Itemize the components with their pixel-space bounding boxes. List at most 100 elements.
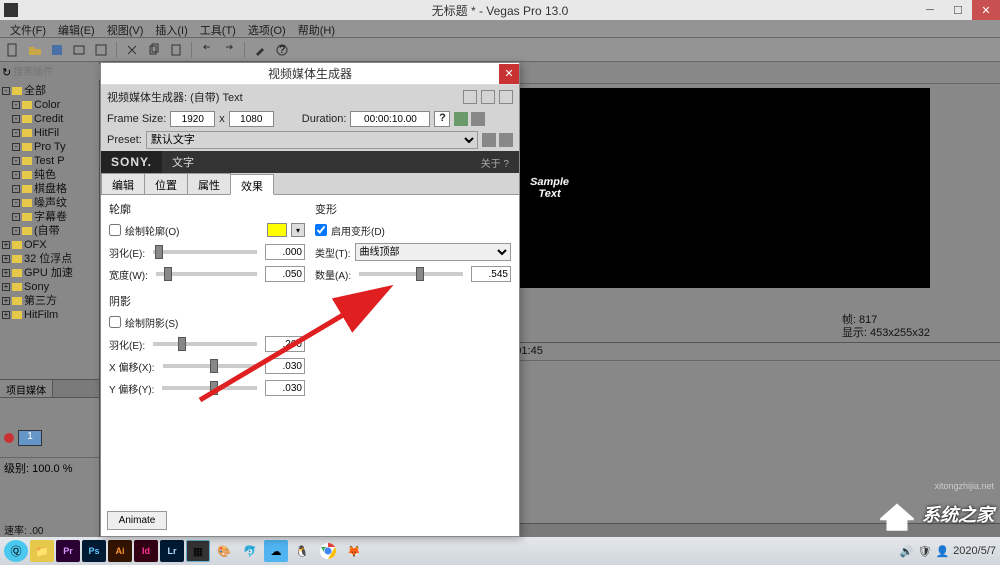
tab-effects[interactable]: 效果 [230,174,274,195]
system-tray[interactable]: 🔊 🛡 👤 2020/5/7 [900,545,996,558]
taskbar-explorer[interactable]: 📁 [30,540,54,562]
dialog-title: 视频媒体生成器 [268,65,352,82]
taskbar-photoshop[interactable]: Ps [82,540,106,562]
taskbar-app-11[interactable]: ☁ [264,540,288,562]
maximize-button[interactable]: ☐ [944,0,972,20]
save-preset-icon[interactable] [482,133,496,147]
record-arm-icon[interactable] [4,433,14,443]
taskbar-premiere[interactable]: Pr [56,540,80,562]
outline-width-input[interactable] [265,266,305,282]
shadow-feather-input[interactable] [265,336,305,352]
taskbar-chrome[interactable] [316,540,340,562]
deform-amount-slider[interactable] [359,272,463,276]
properties-icon[interactable] [92,41,110,59]
tab-edit[interactable]: 编辑 [101,173,145,194]
outline-color-swatch[interactable] [267,223,287,237]
draw-shadow-checkbox[interactable] [109,316,121,328]
replace-icon[interactable] [481,90,495,104]
draw-outline-checkbox[interactable] [109,224,121,236]
lock-icon[interactable] [471,112,485,126]
taskbar-vegas[interactable]: ▦ [186,540,210,562]
duration-input[interactable] [350,111,430,127]
outline-width-slider[interactable] [156,272,257,276]
track-number: 1 [18,430,42,446]
outline-feather-input[interactable] [265,244,305,260]
preset-label: Preset: [107,134,142,146]
taskbar-illustrator[interactable]: Ai [108,540,132,562]
outline-color-dropdown[interactable]: ▾ [291,223,305,237]
main-toolbar: ? [0,38,1000,62]
taskbar-app-1[interactable]: Ⓠ [4,540,28,562]
save-icon[interactable] [48,41,66,59]
tree-root[interactable]: 全部 [24,84,46,98]
shadow-feather-slider[interactable] [153,342,257,346]
deform-amount-input[interactable] [471,266,511,282]
dialog-close-button[interactable]: ✕ [499,64,519,84]
outline-group: 轮廓 绘制轮廓(O) ▾ 羽化(E): 宽度(W): [109,201,305,283]
cut-icon[interactable] [123,41,141,59]
pin-icon[interactable] [463,90,477,104]
taskbar-firefox[interactable]: 🦊 [342,540,366,562]
frame-width-input[interactable] [170,111,215,127]
tab-project-media[interactable]: 项目媒体 [0,380,53,397]
shadow-y-slider[interactable] [162,386,257,390]
about-link[interactable]: 关于 ? [471,155,519,170]
copy-icon[interactable] [145,41,163,59]
sony-bar: SONY. 文字 关于 ? [101,151,519,173]
help-icon[interactable]: ? [273,41,291,59]
plugin-tree[interactable]: -全部 -Color -Credit -HitFil -Pro Ty -Test… [0,82,99,379]
tray-icon-1[interactable]: 🔊 [900,545,914,558]
tab-position[interactable]: 位置 [144,173,188,194]
preset-dropdown[interactable]: 默认文字 [146,131,478,149]
property-tabs: 编辑 位置 属性 效果 [101,173,519,195]
refresh-icon[interactable]: ↻ [2,66,11,79]
minimize-button[interactable]: ─ [916,0,944,20]
tray-date: 2020/5/7 [953,545,996,557]
taskbar-qq[interactable]: 🐧 [290,540,314,562]
help-icon[interactable] [499,90,513,104]
help-button[interactable]: ? [434,111,450,127]
shadow-y-input[interactable] [265,380,305,396]
close-button[interactable]: ✕ [972,0,1000,20]
shadow-x-input[interactable] [265,358,305,374]
taskbar-indesign[interactable]: Id [134,540,158,562]
menu-edit[interactable]: 编辑(E) [52,20,101,37]
delete-preset-icon[interactable] [499,133,513,147]
undo-icon[interactable] [198,41,216,59]
dialog-titlebar[interactable]: 视频媒体生成器 ✕ [101,63,519,85]
media-generator-dialog: 视频媒体生成器 ✕ 视频媒体生成器: (自带) Text Frame Size:… [100,62,520,537]
taskbar-lightroom[interactable]: Lr [160,540,184,562]
shadow-x-slider[interactable] [163,364,257,368]
menu-options[interactable]: 选项(O) [242,20,292,37]
generator-name: 视频媒体生成器: (自带) Text [107,89,243,105]
taskbar-app-9[interactable]: 🎨 [212,540,236,562]
frame-height-input[interactable] [229,111,274,127]
window-titlebar: 无标题 * - Vegas Pro 13.0 ─ ☐ ✕ [0,0,1000,20]
menu-tools[interactable]: 工具(T) [194,20,242,37]
menu-insert[interactable]: 插入(I) [149,20,193,37]
match-icon[interactable] [454,112,468,126]
deform-type-dropdown[interactable]: 曲线顶部 [355,243,511,261]
outline-feather-slider[interactable] [153,250,257,254]
animate-button[interactable]: Animate [107,511,167,530]
playback-speed: 速率: .00 [4,522,43,537]
new-icon[interactable] [4,41,22,59]
menu-view[interactable]: 视图(V) [101,20,150,37]
menu-file[interactable]: 文件(F) [4,20,52,37]
separator [116,42,117,58]
open-icon[interactable] [26,41,44,59]
tray-icon-2[interactable]: 🛡 [918,545,932,558]
menu-help[interactable]: 帮助(H) [292,20,341,37]
taskbar-app-10[interactable]: 🐬 [238,540,262,562]
window-controls: ─ ☐ ✕ [916,0,1000,20]
tray-icon-3[interactable]: 👤 [935,545,949,558]
paste-icon[interactable] [167,41,185,59]
render-icon[interactable] [70,41,88,59]
enable-deform-checkbox[interactable] [315,224,327,236]
separator [244,42,245,58]
brush-icon[interactable] [251,41,269,59]
frame-number: 帧: 817 [842,314,930,327]
redo-icon[interactable] [220,41,238,59]
tab-properties[interactable]: 属性 [187,173,231,194]
track-header[interactable]: 1 [0,418,99,458]
